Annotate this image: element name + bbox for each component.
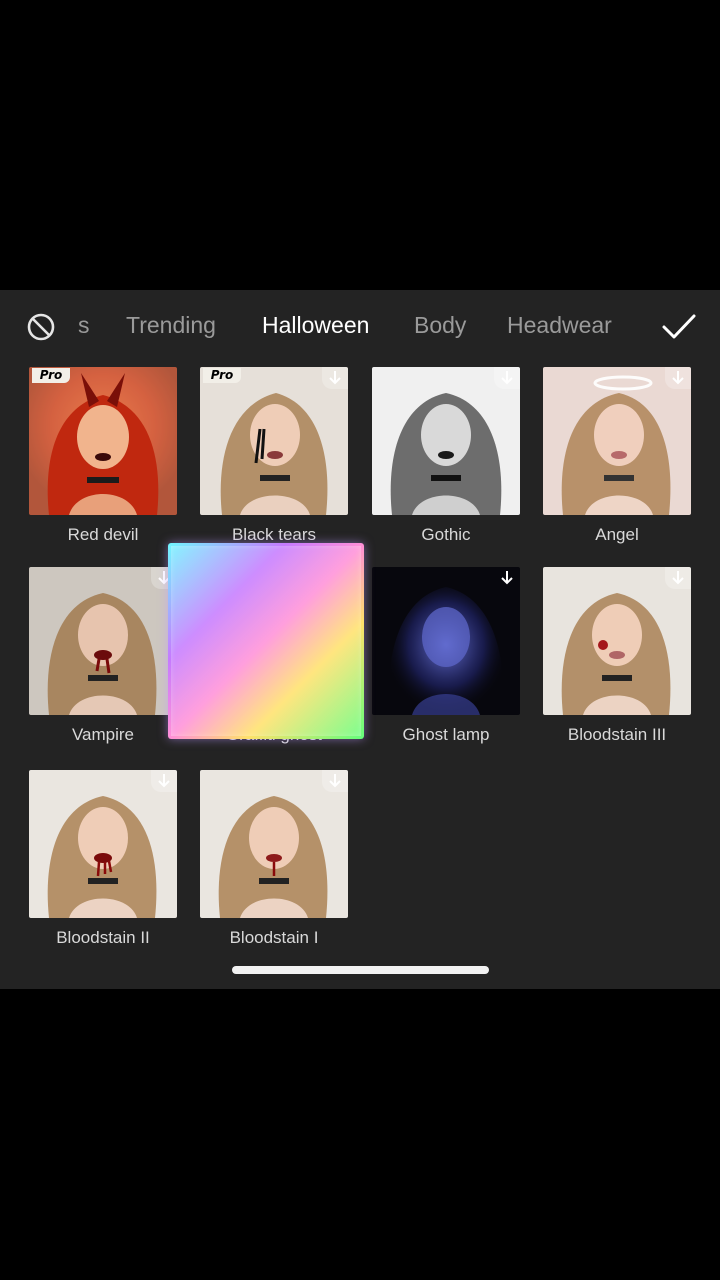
download-icon [322,367,348,389]
effect-thumbnail[interactable]: Pro [200,367,348,515]
effect-label: Vampire [71,725,135,744]
home-indicator[interactable] [232,966,489,974]
gothic-portrait [390,393,502,515]
effect-thumbnail[interactable] [543,367,691,515]
effect-label: Black tears [231,525,317,544]
effect-thumbnail[interactable]: Pro [29,367,177,515]
effect-thumbnail[interactable] [200,567,348,715]
effect-tile-bloodstain-ii[interactable]: Bloodstain II [29,770,177,947]
download-icon [151,567,177,589]
effect-tile-bloodstain-iii[interactable]: Bloodstain III [543,567,691,744]
effect-label: Graffiti ghost [225,725,323,744]
checkmark-icon[interactable] [661,312,697,342]
download-icon [501,571,513,585]
effect-tile-gothic[interactable]: Gothic [372,367,520,544]
effect-label: Bloodstain III [567,725,667,744]
bloodstain-i-portrait [218,796,328,918]
effect-thumbnail[interactable] [372,567,520,715]
download-icon [665,567,691,589]
screen: s Trending Halloween Body Headwear Pro R… [0,0,720,1280]
effect-label: Red devil [67,525,139,544]
tab-body[interactable]: Body [414,312,466,339]
effect-thumbnail[interactable] [29,567,177,715]
effect-tile-ghost-lamp[interactable]: Ghost lamp [372,567,520,744]
effect-label: Angel [595,525,639,544]
angel-portrait [561,375,671,515]
tab-halloween[interactable]: Halloween [262,312,369,339]
no-effect-icon[interactable] [26,312,56,342]
download-icon [322,770,348,792]
effect-label: Gothic [421,525,471,544]
ghost-lamp-portrait [388,587,504,715]
bloodstain-ii-portrait [47,796,157,918]
pro-badge: Pro [32,368,70,383]
effect-label: Ghost lamp [402,725,490,744]
vampire-portrait [47,593,157,715]
graffiti-ghost-portrait [212,571,336,715]
red-devil-portrait [29,367,177,515]
effect-thumbnail[interactable] [29,770,177,918]
effect-tile-vampire[interactable]: Vampire [29,567,177,744]
tab-headwear[interactable]: Headwear [507,312,612,339]
effect-thumbnail[interactable] [543,567,691,715]
bloodstain-iii-portrait [561,593,671,715]
effect-tile-angel[interactable]: Angel [543,367,691,544]
download-icon [151,770,177,792]
effect-thumbnail[interactable] [372,367,520,515]
effect-tile-bloodstain-i[interactable]: Bloodstain I [200,770,348,947]
effect-label: Bloodstain II [56,928,150,947]
black-tears-portrait [220,393,328,515]
pro-badge: Pro [203,368,241,383]
effect-tile-red-devil[interactable]: Pro Red devil [29,367,177,544]
download-icon [494,367,520,389]
download-icon [322,567,348,589]
download-icon [665,367,691,389]
effects-panel: s Trending Halloween Body Headwear Pro R… [0,290,720,989]
category-tab-bar: s Trending Halloween Body Headwear [0,290,720,364]
effect-label: Bloodstain I [229,928,319,947]
tab-partial[interactable]: s [78,312,90,339]
effect-tile-black-tears[interactable]: Pro Black tears [200,367,348,544]
effect-thumbnail[interactable] [200,770,348,918]
tab-trending[interactable]: Trending [126,312,216,339]
effect-tile-graffiti-ghost[interactable]: Graffiti ghost [200,567,348,744]
